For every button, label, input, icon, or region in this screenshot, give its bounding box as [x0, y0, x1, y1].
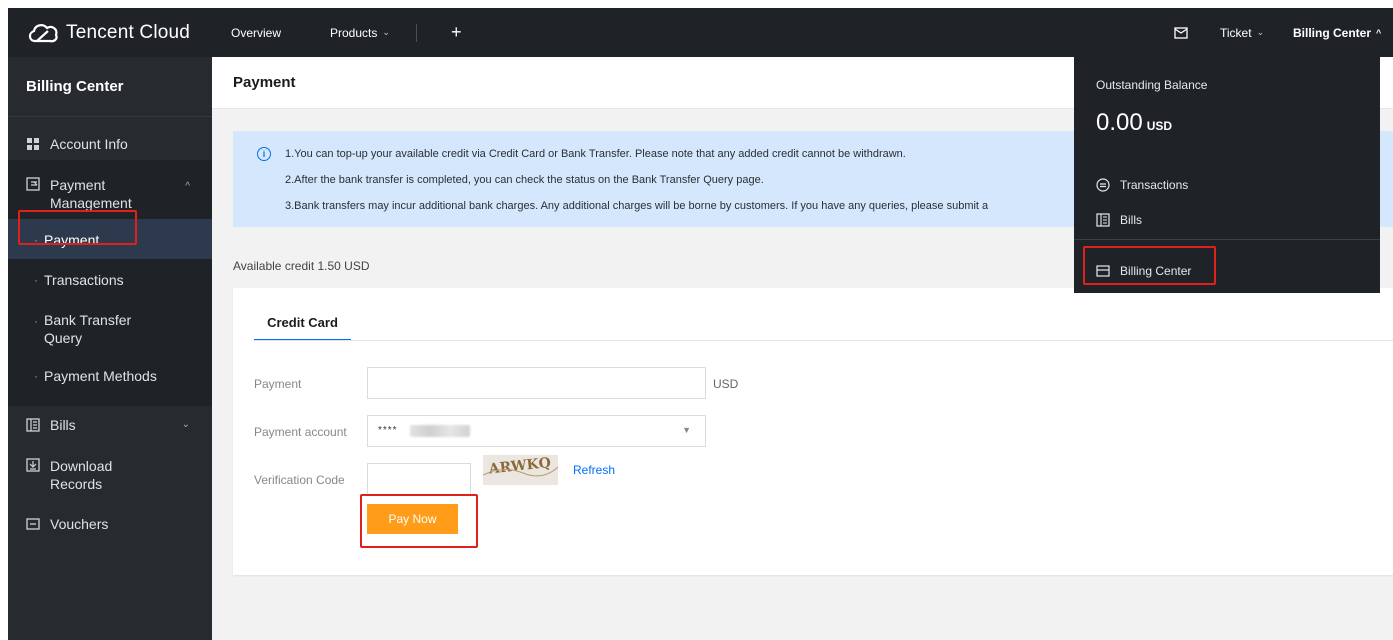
dropdown-divider	[1074, 239, 1380, 240]
bullet-icon: ·	[34, 369, 38, 383]
sidebar-item-vouchers[interactable]: Vouchers	[8, 516, 212, 532]
dropdown-item-label: Billing Center	[1120, 264, 1192, 278]
brand-name: Tencent Cloud	[66, 21, 191, 43]
nav-ticket-label: Ticket	[1220, 25, 1252, 40]
mail-icon[interactable]	[1174, 8, 1188, 57]
sidebar-item-account-info[interactable]: Account Info	[8, 136, 212, 152]
payment-account-value: ****	[378, 425, 398, 436]
add-shortcut-button[interactable]: +	[451, 8, 462, 57]
bullet-icon: ·	[34, 273, 38, 287]
sidebar-item-label: Payment Management	[50, 177, 132, 211]
nav-billing-center-label: Billing Center	[1293, 25, 1372, 40]
cloud-logo-icon	[26, 21, 60, 45]
sidebar-subitem-label: Payment Methods	[44, 368, 157, 384]
sidebar-item-label: Account Info	[50, 136, 128, 152]
payment-label: Payment	[254, 377, 302, 391]
sidebar-item-payment-management[interactable]: Payment Management ^	[8, 176, 212, 212]
payment-account-label: Payment account	[254, 425, 347, 439]
dropdown-item-bills[interactable]: Bills	[1096, 213, 1142, 227]
sidebar-subitem-label: Transactions	[44, 272, 124, 288]
sidebar-subitem-bank-transfer-query[interactable]: · Bank Transfer Query	[8, 311, 212, 347]
verification-code-input[interactable]	[367, 463, 471, 495]
nav-billing-center[interactable]: Billing Center ^	[1293, 8, 1381, 57]
masked-account-number	[410, 425, 470, 437]
sidebar-subitem-label: Payment	[44, 232, 100, 248]
chevron-down-icon: ⌄	[181, 419, 190, 430]
notice-line-1: 1.You can top-up your available credit v…	[285, 148, 906, 160]
balance-value: 0.00	[1096, 109, 1143, 136]
sidebar: Billing Center Account Info Payment Mana…	[8, 57, 212, 640]
nav-divider	[416, 24, 417, 42]
dropdown-item-transactions[interactable]: Transactions	[1096, 178, 1188, 192]
tab-credit-card[interactable]: Credit Card	[254, 315, 351, 341]
payment-amount-input[interactable]	[367, 367, 706, 399]
outstanding-balance-label: Outstanding Balance	[1096, 78, 1208, 92]
dropdown-item-billing-center[interactable]: Billing Center	[1096, 264, 1191, 278]
grid-icon	[26, 137, 40, 151]
nav-overview[interactable]: Overview	[231, 8, 281, 57]
bullet-icon: ·	[34, 233, 38, 247]
dropdown-item-label: Bills	[1120, 213, 1143, 227]
sidebar-subitem-transactions[interactable]: · Transactions	[8, 272, 212, 288]
payment-card: Credit Card Payment USD Payment account …	[233, 288, 1393, 575]
billing-center-dropdown: Outstanding Balance 0.00 USD Transactions…	[1074, 57, 1380, 293]
billing-center-icon	[1096, 264, 1110, 278]
sidebar-item-bills[interactable]: Bills ⌄	[8, 417, 212, 433]
payment-unit: USD	[713, 377, 739, 391]
chevron-down-icon: ▼	[682, 425, 691, 435]
sidebar-item-label: Download Records	[50, 458, 113, 492]
payment-icon	[26, 177, 40, 191]
download-icon	[26, 458, 40, 472]
bullet-icon: ·	[34, 314, 38, 328]
sidebar-subitem-label: Bank Transfer Query	[44, 312, 132, 346]
available-credit: Available credit 1.50 USD	[233, 259, 370, 273]
bills-icon	[26, 418, 40, 432]
dropdown-item-label: Transactions	[1120, 178, 1189, 192]
nav-ticket[interactable]: Ticket ⌄	[1220, 8, 1264, 57]
sidebar-item-label: Vouchers	[50, 516, 109, 532]
voucher-icon	[26, 517, 40, 531]
chevron-up-icon: ^	[1376, 27, 1382, 38]
verification-code-label: Verification Code	[254, 473, 345, 487]
app-frame: Tencent Cloud Overview Products ⌄ + Tick…	[8, 8, 1393, 640]
chevron-down-icon: ⌄	[1256, 27, 1265, 37]
bills-icon	[1096, 213, 1110, 227]
sidebar-subitem-payment-methods[interactable]: · Payment Methods	[8, 368, 212, 384]
balance-currency: USD	[1146, 119, 1173, 133]
nav-products-label: Products	[330, 25, 378, 40]
transactions-icon	[1096, 178, 1110, 192]
sidebar-item-download-records[interactable]: Download Records	[8, 457, 212, 493]
tab-divider	[254, 340, 1393, 341]
payment-account-select[interactable]: **** ▼	[367, 415, 706, 447]
nav-products[interactable]: Products ⌄	[330, 8, 390, 57]
brand-logo[interactable]: Tencent Cloud	[26, 8, 190, 57]
info-icon: i	[257, 147, 271, 161]
chevron-down-icon: ⌄	[382, 27, 390, 37]
refresh-captcha-link[interactable]: Refresh	[573, 463, 615, 477]
outstanding-balance-amount: 0.00 USD	[1096, 109, 1172, 137]
captcha-image: ARWKQ	[483, 455, 558, 485]
sidebar-item-label: Bills	[50, 417, 76, 433]
sidebar-title: Billing Center	[8, 57, 212, 117]
notice-line-3: 3.Bank transfers may incur additional ba…	[285, 200, 989, 212]
sidebar-subitem-payment[interactable]: · Payment	[8, 232, 212, 248]
notice-line-2: 2.After the bank transfer is completed, …	[285, 174, 764, 186]
top-navigation-bar: Tencent Cloud Overview Products ⌄ + Tick…	[8, 8, 1393, 57]
chevron-up-icon: ^	[185, 181, 190, 192]
pay-now-button[interactable]: Pay Now	[367, 504, 458, 534]
